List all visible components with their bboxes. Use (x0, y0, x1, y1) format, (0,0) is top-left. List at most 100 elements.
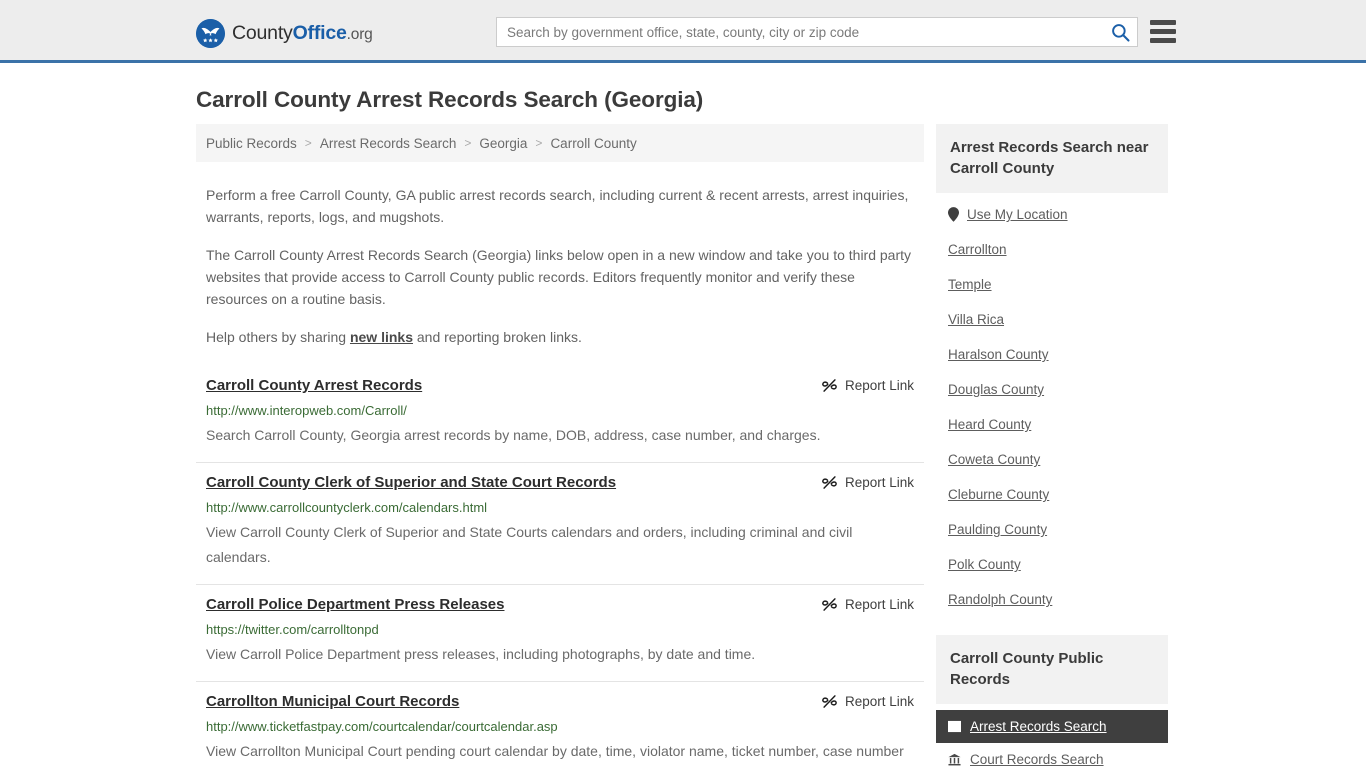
search-icon (1111, 23, 1130, 42)
logo-text-office: Office (292, 22, 347, 44)
result-item: Carrollton Municipal Court Records Report… (196, 682, 924, 768)
breadcrumb-item-2[interactable]: Arrest Records Search (320, 136, 457, 151)
report-link-label: Report Link (844, 597, 914, 612)
nearby-link-label: Heard County (948, 417, 1032, 432)
report-link-label: Report Link (844, 475, 914, 490)
public-records-item-court-records-search[interactable]: Court Records Search (936, 743, 1168, 768)
search-button[interactable] (1103, 18, 1137, 46)
result-title-link[interactable]: Carroll Police Department Press Releases (206, 595, 504, 615)
nearby-link-coweta-county[interactable]: Coweta County (936, 442, 1168, 477)
broken-link-icon (821, 693, 838, 710)
broken-link-icon (821, 377, 838, 394)
intro-paragraph-1: Perform a free Carroll County, GA public… (206, 187, 909, 225)
result-description: Search Carroll County, Georgia arrest re… (206, 427, 821, 443)
breadcrumb: Public Records > Arrest Records Search > Geo… (196, 124, 924, 162)
nearby-link-label: Polk County (948, 557, 1021, 572)
menu-bar-1 (1150, 20, 1176, 25)
broken-link-icon (821, 596, 838, 613)
result-item: Carroll County Arrest Records Report Link… (196, 366, 924, 463)
intro-3-before: Help others by sharing (206, 329, 350, 345)
site-header: CountyOffice.org (0, 0, 1366, 63)
eagle-seal-icon (196, 19, 225, 48)
report-link-button[interactable]: Report Link (821, 596, 914, 613)
report-link-button[interactable]: Report Link (821, 377, 914, 394)
public-records-item-label: Arrest Records Search (970, 719, 1107, 734)
result-description: View Carrollton Municipal Court pending … (206, 743, 904, 759)
page-title: Carroll County Arrest Records Search (Ge… (196, 87, 704, 112)
nearby-link-label: Randolph County (948, 592, 1053, 607)
result-header: Carroll County Arrest Records Report Link (206, 376, 914, 396)
result-url[interactable]: http://www.carrollcountyclerk.com/calend… (206, 499, 914, 517)
result-url[interactable]: https://twitter.com/carrolltonpd (206, 621, 914, 639)
nearby-link-label: Use My Location (967, 207, 1068, 222)
intro-paragraph-2: The Carroll County Arrest Records Search… (206, 247, 912, 307)
public-records-list: Arrest Records Search Court Records Searc… (936, 710, 1168, 768)
result-header: Carrollton Municipal Court Records Report… (206, 692, 914, 712)
nearby-link-label: Haralson County (948, 347, 1049, 362)
logo-text-county: County (232, 22, 293, 44)
report-link-button[interactable]: Report Link (821, 474, 914, 491)
nearby-link-label: Douglas County (948, 382, 1045, 397)
nearby-link-paulding-county[interactable]: Paulding County (936, 512, 1168, 547)
logo-text: CountyOffice.org (232, 22, 373, 45)
result-description: View Carroll County Clerk of Superior an… (206, 524, 853, 565)
intro-paragraph-3: Help others by sharing new links and rep… (206, 326, 914, 348)
nearby-link-label: Paulding County (948, 522, 1048, 537)
nearby-link-label: Carrollton (948, 242, 1007, 257)
logo-text-org: .org (346, 26, 373, 43)
breadcrumb-item-4: Carroll County (550, 135, 637, 151)
result-title-link[interactable]: Carroll County Clerk of Superior and Sta… (206, 473, 616, 493)
site-logo[interactable]: CountyOffice.org (196, 19, 373, 48)
result-header: Carroll County Clerk of Superior and Sta… (206, 473, 914, 493)
public-records-item-arrest-records-search[interactable]: Arrest Records Search (936, 710, 1168, 743)
menu-bar-2 (1150, 29, 1176, 34)
broken-link-icon (821, 474, 838, 491)
map-pin-icon (948, 207, 959, 222)
public-records-panel: Carroll County Public Records Arrest Rec… (936, 635, 1168, 768)
result-title-link[interactable]: Carroll County Arrest Records (206, 376, 422, 396)
hamburger-menu-icon[interactable] (1150, 18, 1176, 45)
report-link-button[interactable]: Report Link (821, 693, 914, 710)
report-link-label: Report Link (844, 378, 914, 393)
courthouse-icon (948, 753, 961, 766)
public-records-item-label: Court Records Search (970, 752, 1104, 767)
nearby-link-heard-county[interactable]: Heard County (936, 407, 1168, 442)
result-item: Carroll County Clerk of Superior and Sta… (196, 463, 924, 585)
results-list: Carroll County Arrest Records Report Link… (196, 366, 924, 768)
result-header: Carroll Police Department Press Releases… (206, 595, 914, 615)
nearby-link-label: Cleburne County (948, 487, 1050, 502)
breadcrumb-separator: > (464, 136, 472, 150)
nearby-link-temple[interactable]: Temple (936, 267, 1168, 302)
nearby-link-villa-rica[interactable]: Villa Rica (936, 302, 1168, 337)
nearby-link-label: Coweta County (948, 452, 1041, 467)
nearby-panel-heading: Arrest Records Search near Carroll Count… (936, 124, 1168, 193)
nearby-links-list: Use My Location Carrollton Temple Villa Ric… (936, 193, 1168, 617)
new-links-link[interactable]: new links (350, 329, 413, 345)
breadcrumb-item-3[interactable]: Georgia (479, 136, 527, 151)
main-column: Public Records > Arrest Records Search > Geo… (196, 124, 924, 768)
nearby-link-randolph-county[interactable]: Randolph County (936, 582, 1168, 617)
sidebar: Arrest Records Search near Carroll Count… (936, 124, 1168, 768)
nearby-link-haralson-county[interactable]: Haralson County (936, 337, 1168, 372)
result-title-link[interactable]: Carrollton Municipal Court Records (206, 692, 459, 712)
nearby-link-label: Temple (948, 277, 992, 292)
nearby-link-label: Villa Rica (948, 312, 1005, 327)
result-url[interactable]: http://www.ticketfastpay.com/courtcalend… (206, 718, 914, 736)
breadcrumb-item-1[interactable]: Public Records (206, 136, 297, 151)
intro-3-after: and reporting broken links. (413, 329, 582, 345)
result-item: Carroll Police Department Press Releases… (196, 585, 924, 682)
nearby-link-cleburne-county[interactable]: Cleburne County (936, 477, 1168, 512)
menu-bar-3 (1150, 38, 1176, 43)
breadcrumb-separator: > (535, 136, 543, 150)
nearby-link-douglas-county[interactable]: Douglas County (936, 372, 1168, 407)
content-row: Public Records > Arrest Records Search > Geo… (0, 124, 1366, 768)
report-link-label: Report Link (844, 694, 914, 709)
search-input[interactable] (497, 18, 1103, 46)
search-bar[interactable] (496, 17, 1138, 47)
public-records-heading: Carroll County Public Records (936, 635, 1168, 704)
nearby-link-carrollton[interactable]: Carrollton (936, 232, 1168, 267)
nearby-link-polk-county[interactable]: Polk County (936, 547, 1168, 582)
result-url[interactable]: http://www.interopweb.com/Carroll/ (206, 402, 914, 420)
result-description: View Carroll Police Department press rel… (206, 646, 756, 662)
nearby-link-use-my-location[interactable]: Use My Location (936, 193, 1168, 232)
